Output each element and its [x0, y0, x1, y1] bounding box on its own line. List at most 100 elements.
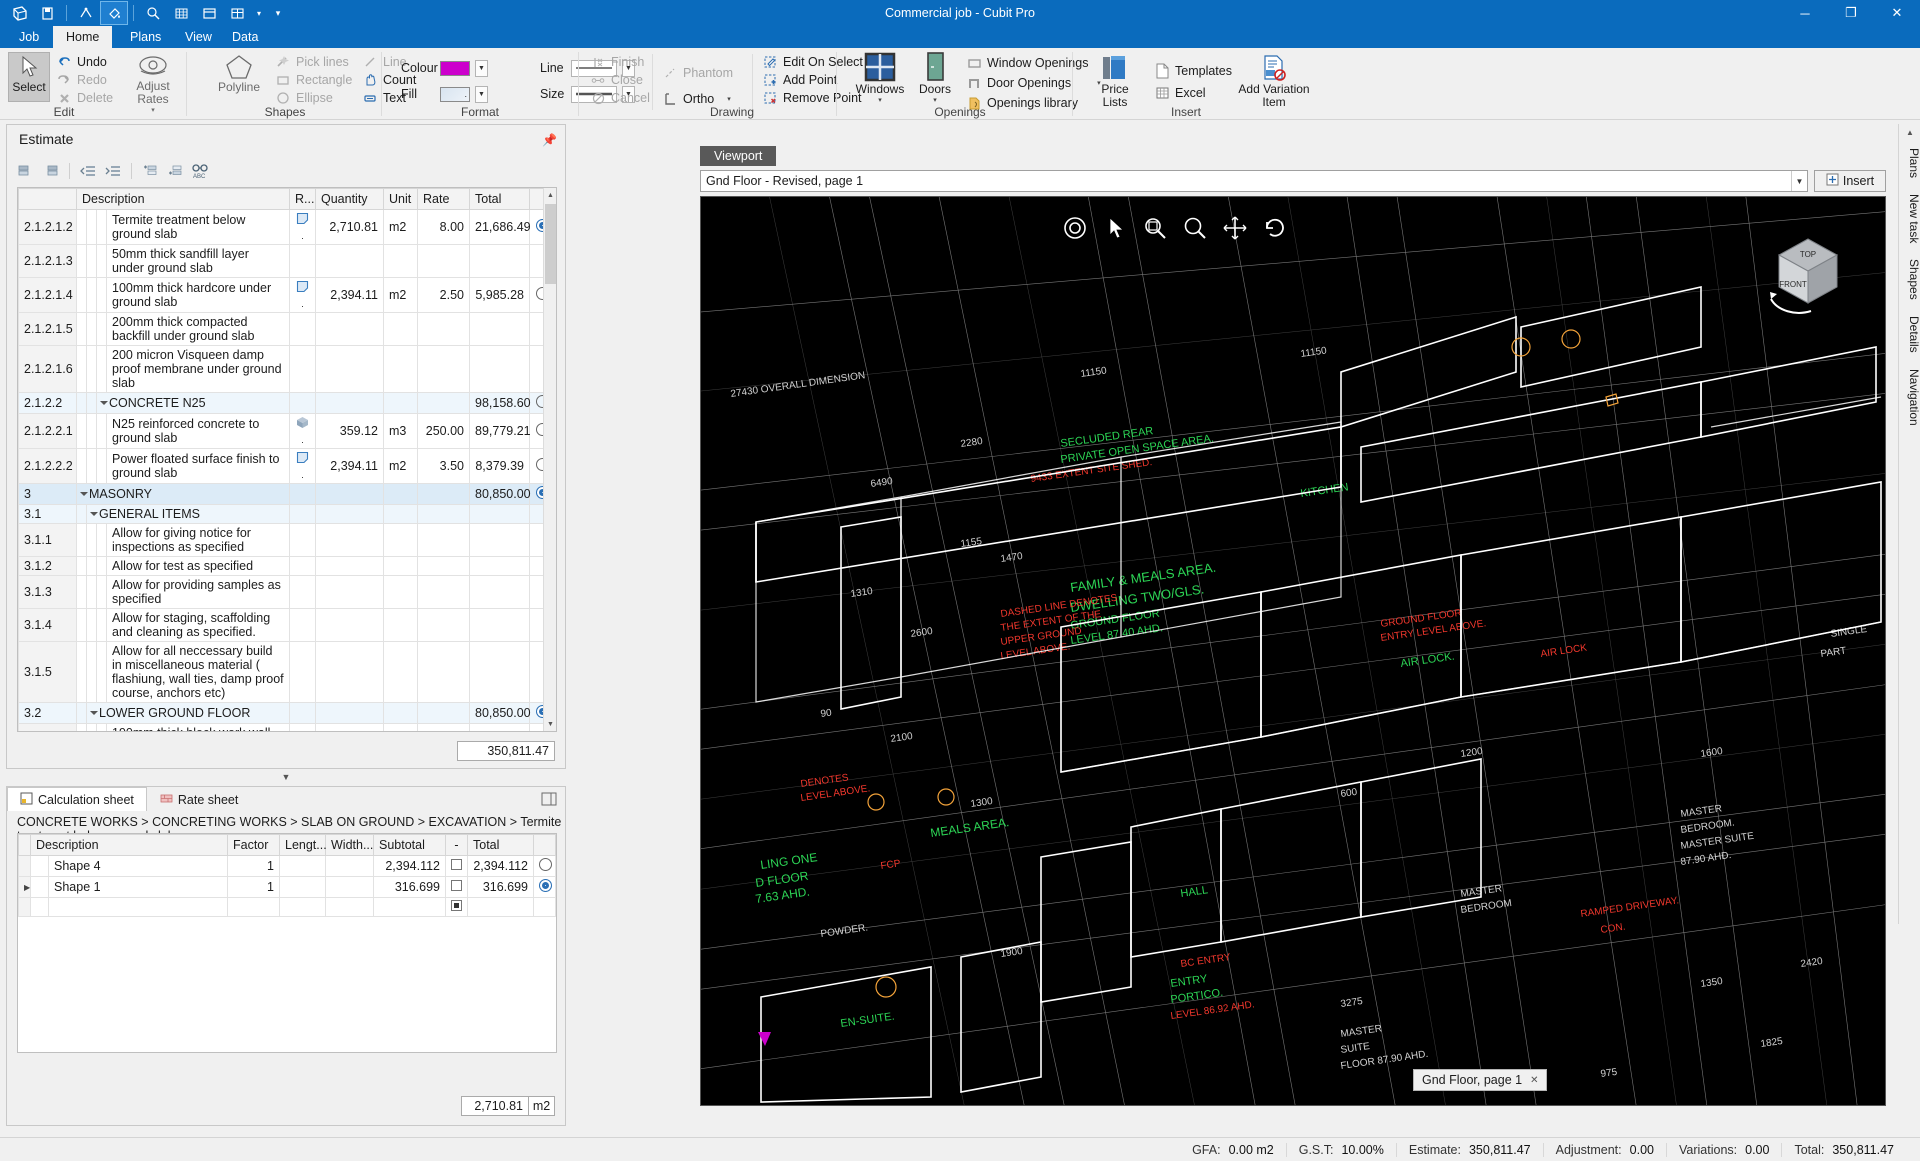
- row-factor[interactable]: 1: [227, 876, 280, 898]
- row-width[interactable]: [325, 855, 374, 877]
- polyline-button[interactable]: Polyline: [210, 53, 268, 94]
- row-description[interactable]: [48, 897, 228, 917]
- calculation-panel-options-icon[interactable]: [541, 791, 557, 807]
- adjust-rates-button[interactable]: Adjust Rates ▾: [125, 52, 181, 114]
- row-shape[interactable]: [289, 345, 316, 393]
- scroll-up-icon[interactable]: ▲: [544, 188, 556, 202]
- table-row[interactable]: 3.1.4 Allow for staging, scaffolding and …: [18, 608, 556, 642]
- row-shape[interactable]: .: [289, 209, 316, 245]
- fill-field[interactable]: Fill . ▼: [401, 84, 488, 104]
- row-unit[interactable]: [383, 523, 418, 557]
- table-row[interactable]: 3.1.3 Allow for providing samples as spec…: [18, 575, 556, 609]
- row-shape[interactable]: [289, 504, 316, 524]
- close-shape-button[interactable]: Close: [590, 71, 650, 89]
- row-description[interactable]: Shape 4: [48, 855, 228, 877]
- table-row[interactable]: 2.1.2.1.2 Termite treatment below ground …: [18, 209, 556, 245]
- row-quantity[interactable]: [315, 575, 384, 609]
- row-rate[interactable]: [417, 641, 470, 703]
- row-rate[interactable]: [417, 504, 470, 524]
- row-description[interactable]: Shape 1: [48, 876, 228, 898]
- row-quantity[interactable]: [315, 392, 384, 414]
- row-rate[interactable]: [417, 575, 470, 609]
- windows-dropdown-icon[interactable]: ▾: [878, 96, 882, 104]
- table-row[interactable]: 3.1.2 Allow for test as specified: [18, 556, 556, 576]
- windows-button[interactable]: Windows ▾: [854, 51, 906, 104]
- row-unit[interactable]: [383, 345, 418, 393]
- add-item-icon[interactable]: [15, 161, 37, 181]
- undo-button[interactable]: Undo: [56, 53, 113, 71]
- col-description[interactable]: Description: [76, 188, 290, 210]
- fill-swatch[interactable]: .: [440, 86, 470, 102]
- row-shape[interactable]: [289, 702, 316, 724]
- row-length[interactable]: [279, 897, 326, 917]
- row-unit[interactable]: [383, 483, 418, 505]
- col-total[interactable]: Total: [469, 188, 530, 210]
- row-quantity[interactable]: 2,394.11: [315, 448, 384, 484]
- expander-icon[interactable]: [80, 492, 88, 496]
- doors-dropdown-icon[interactable]: ▾: [933, 96, 937, 104]
- row-rate[interactable]: [417, 556, 470, 576]
- col-rate[interactable]: Rate: [417, 188, 470, 210]
- row-shape[interactable]: [289, 483, 316, 505]
- row-description[interactable]: 200 micron Visqueen damp proof membrane …: [106, 345, 290, 393]
- row-description[interactable]: Allow for all neccessary build in miscel…: [106, 641, 290, 703]
- row-rate[interactable]: 3.50: [417, 448, 470, 484]
- pick-lines-button[interactable]: Pick lines: [275, 53, 352, 71]
- price-lists-button[interactable]: Price Lists: [1090, 53, 1140, 109]
- page-selector[interactable]: Gnd Floor - Revised, page 1 ▼: [700, 170, 1808, 192]
- zoom-window-icon[interactable]: [1141, 214, 1169, 242]
- add-variation-item-button[interactable]: Add Variation Item: [1238, 53, 1310, 109]
- row-shape[interactable]: [289, 608, 316, 642]
- row-unit[interactable]: [383, 392, 418, 414]
- colour-dropdown-icon[interactable]: ▼: [475, 59, 488, 77]
- table-row[interactable]: 2.1.2.2 CONCRETE N25 98,158.60: [18, 392, 556, 414]
- row-factor[interactable]: [227, 897, 280, 917]
- row-unit[interactable]: [383, 702, 418, 724]
- row-shape[interactable]: [289, 392, 316, 414]
- tab-viewport[interactable]: Viewport: [700, 146, 777, 166]
- row-quantity[interactable]: [315, 556, 384, 576]
- page-tab[interactable]: Gnd Floor, page 1 ✕: [1413, 1069, 1548, 1091]
- list-item[interactable]: Shape 4 1 2,394.112 2,394.112: [18, 855, 556, 877]
- row-unit[interactable]: [383, 608, 418, 642]
- row-description[interactable]: LOWER GROUND FLOOR: [86, 702, 290, 724]
- row-unit[interactable]: [383, 504, 418, 524]
- col-r[interactable]: R...: [289, 188, 316, 210]
- row-rate[interactable]: [417, 608, 470, 642]
- dock-item-navigation[interactable]: Navigation: [1899, 361, 1920, 434]
- estimate-table[interactable]: Description R... Quantity Unit Rate Tota…: [18, 188, 556, 731]
- tab-rate-sheet[interactable]: Rate sheet: [147, 787, 251, 811]
- tab-data[interactable]: Data: [219, 26, 271, 48]
- row-description[interactable]: Allow for giving notice for inspections …: [106, 523, 290, 557]
- table-row[interactable]: 2.1.2.2.2 Power floated surface finish to…: [18, 448, 556, 484]
- visibility-on-icon[interactable]: [539, 879, 552, 892]
- phantom-button[interactable]: Phantom: [662, 64, 733, 82]
- row-visibility[interactable]: [533, 897, 556, 917]
- chevron-down-icon[interactable]: ▾: [151, 106, 155, 114]
- rectangle-button[interactable]: Rectangle: [275, 71, 352, 89]
- window-buttons[interactable]: ─ ❐ ✕: [1782, 0, 1920, 26]
- fill-dropdown-icon[interactable]: ▼: [475, 85, 488, 103]
- row-quantity[interactable]: [315, 504, 384, 524]
- col-quantity[interactable]: Quantity: [315, 188, 384, 210]
- indent-icon[interactable]: [102, 161, 124, 181]
- chevron-down-icon[interactable]: ▼: [1791, 171, 1807, 191]
- excel-button[interactable]: Excel: [1154, 82, 1232, 104]
- row-shape[interactable]: [289, 641, 316, 703]
- panel-collapse-handle[interactable]: ▼: [6, 770, 566, 784]
- table-row[interactable]: 2.1.2.1.5 200mm thick compacted backfill …: [18, 312, 556, 346]
- insert-button[interactable]: Insert: [1814, 170, 1886, 192]
- calc-col-visibility[interactable]: [533, 834, 556, 856]
- calc-col-dash[interactable]: -: [445, 834, 468, 856]
- col-unit[interactable]: Unit: [383, 188, 418, 210]
- orbit-icon[interactable]: [1061, 214, 1089, 242]
- dock-item-shapes[interactable]: Shapes: [1899, 251, 1920, 308]
- table-row[interactable]: 2.1.2.1.4 100mm thick hardcore under grou…: [18, 277, 556, 313]
- row-shape[interactable]: [289, 312, 316, 346]
- col-code[interactable]: [18, 188, 77, 210]
- expander-icon[interactable]: [90, 512, 98, 516]
- close-icon[interactable]: ✕: [1530, 1075, 1538, 1086]
- list-item[interactable]: ▶ Shape 1 1 316.699 316.699: [18, 876, 556, 898]
- row-unit[interactable]: [383, 312, 418, 346]
- row-rate[interactable]: [417, 244, 470, 278]
